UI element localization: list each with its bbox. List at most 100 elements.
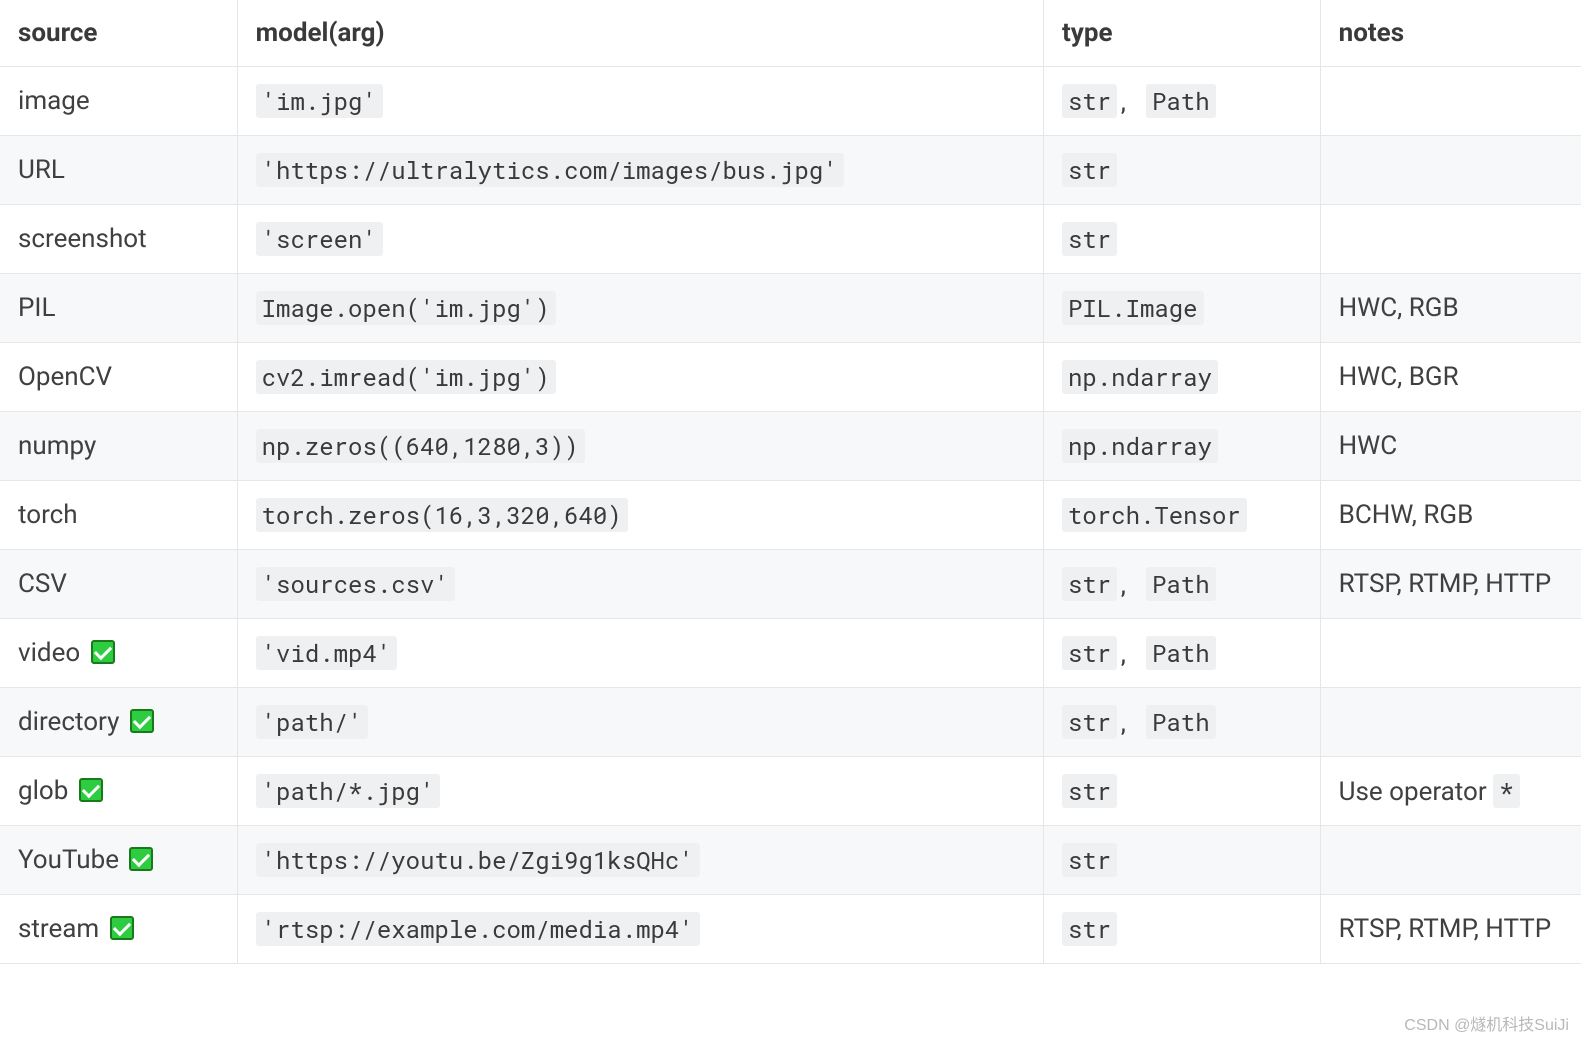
cell-type: torch.Tensor xyxy=(1043,481,1320,550)
cell-model: cv2.imread('im.jpg') xyxy=(237,343,1043,412)
source-label: stream xyxy=(18,914,99,944)
table-row: image'im.jpg'str, Path xyxy=(0,67,1581,136)
cell-type: str, Path xyxy=(1043,550,1320,619)
table-row: directory 'path/' str, Path xyxy=(0,688,1581,757)
table-row: video 'vid.mp4'str, Path xyxy=(0,619,1581,688)
type-code: str xyxy=(1062,636,1117,670)
type-code: str xyxy=(1062,222,1117,256)
source-label: torch xyxy=(18,500,78,530)
source-label: screenshot xyxy=(18,224,147,254)
cell-model: 'https://ultralytics.com/images/bus.jpg' xyxy=(237,136,1043,205)
cell-notes: HWC, BGR xyxy=(1320,343,1581,412)
source-label: directory xyxy=(18,707,119,737)
model-arg-code: 'screen' xyxy=(256,222,383,256)
table-head: source model(arg) type notes xyxy=(0,0,1581,67)
source-label: OpenCV xyxy=(18,362,112,392)
cell-notes: HWC, RGB xyxy=(1320,274,1581,343)
cell-type: str xyxy=(1043,895,1320,964)
source-types-table: source model(arg) type notes image'im.jp… xyxy=(0,0,1581,964)
source-label: numpy xyxy=(18,431,96,461)
cell-model: np.zeros((640,1280,3)) xyxy=(237,412,1043,481)
notes-text: Use operator xyxy=(1339,777,1494,807)
cell-source: image xyxy=(0,67,237,136)
model-arg-code: 'sources.csv' xyxy=(256,567,455,601)
type-code: np.ndarray xyxy=(1062,360,1218,394)
cell-notes: RTSP, RTMP, HTTP xyxy=(1320,895,1581,964)
table-row: screenshot 'screen' str xyxy=(0,205,1581,274)
cell-model: 'vid.mp4' xyxy=(237,619,1043,688)
source-label: PIL xyxy=(18,293,55,323)
cell-source: screenshot xyxy=(0,205,237,274)
cell-notes: Use operator * xyxy=(1320,757,1581,826)
model-arg-code: 'path/' xyxy=(256,705,369,739)
cell-notes xyxy=(1320,67,1581,136)
table-row: URL'https://ultralytics.com/images/bus.j… xyxy=(0,136,1581,205)
check-icon xyxy=(79,778,103,802)
model-arg-code: 'vid.mp4' xyxy=(256,636,398,670)
check-icon xyxy=(110,916,134,940)
watermark: CSDN @燧机科技SuiJi xyxy=(1404,1011,1569,1035)
header-notes: notes xyxy=(1320,0,1581,67)
type-code: str xyxy=(1062,705,1117,739)
cell-model: 'path/' xyxy=(237,688,1043,757)
cell-notes xyxy=(1320,136,1581,205)
model-arg-code: 'https://youtu.be/Zgi9g1ksQHc' xyxy=(256,843,700,877)
type-code: Path xyxy=(1146,636,1216,670)
type-code: str xyxy=(1062,912,1117,946)
table-row: PIL Image.open('im.jpg') PIL.Image HWC, RGB xyxy=(0,274,1581,343)
cell-type: str xyxy=(1043,205,1320,274)
notes-text: BCHW, RGB xyxy=(1339,500,1474,530)
cell-source: PIL xyxy=(0,274,237,343)
cell-type: PIL.Image xyxy=(1043,274,1320,343)
notes-text: RTSP, RTMP, HTTP xyxy=(1339,914,1552,944)
cell-notes xyxy=(1320,205,1581,274)
type-code: str xyxy=(1062,774,1117,808)
type-code: torch.Tensor xyxy=(1062,498,1247,532)
cell-notes: BCHW, RGB xyxy=(1320,481,1581,550)
cell-type: str xyxy=(1043,757,1320,826)
notes-code: * xyxy=(1493,774,1519,808)
cell-source: YouTube xyxy=(0,826,237,895)
type-separator: , xyxy=(1117,706,1146,738)
type-separator: , xyxy=(1117,637,1146,669)
type-code: Path xyxy=(1146,84,1216,118)
cell-source: torch xyxy=(0,481,237,550)
cell-model: 'https://youtu.be/Zgi9g1ksQHc' xyxy=(237,826,1043,895)
check-icon xyxy=(129,847,153,871)
model-arg-code: cv2.imread('im.jpg') xyxy=(256,360,556,394)
source-label: CSV xyxy=(18,569,67,599)
table-row: stream 'rtsp://example.com/media.mp4' str… xyxy=(0,895,1581,964)
cell-source: URL xyxy=(0,136,237,205)
notes-text: HWC, RGB xyxy=(1339,293,1459,323)
model-arg-code: 'rtsp://example.com/media.mp4' xyxy=(256,912,700,946)
cell-type: str, Path xyxy=(1043,67,1320,136)
model-arg-code: torch.zeros(16,3,320,640) xyxy=(256,498,628,532)
cell-type: str, Path xyxy=(1043,688,1320,757)
cell-source: CSV xyxy=(0,550,237,619)
header-type: type xyxy=(1043,0,1320,67)
header-model: model(arg) xyxy=(237,0,1043,67)
cell-source: glob xyxy=(0,757,237,826)
header-source: source xyxy=(0,0,237,67)
cell-type: str xyxy=(1043,826,1320,895)
check-icon xyxy=(91,640,115,664)
model-arg-code: np.zeros((640,1280,3)) xyxy=(256,429,585,463)
cell-source: OpenCV xyxy=(0,343,237,412)
type-code: Path xyxy=(1146,705,1216,739)
model-arg-code: Image.open('im.jpg') xyxy=(256,291,556,325)
table-row: glob 'path/*.jpg' str Use operator * xyxy=(0,757,1581,826)
cell-model: 'path/*.jpg' xyxy=(237,757,1043,826)
cell-notes: RTSP, RTMP, HTTP xyxy=(1320,550,1581,619)
cell-model: 'sources.csv' xyxy=(237,550,1043,619)
cell-model: 'rtsp://example.com/media.mp4' xyxy=(237,895,1043,964)
cell-model: 'im.jpg' xyxy=(237,67,1043,136)
table-body: image'im.jpg'str, PathURL'https://ultral… xyxy=(0,67,1581,964)
notes-text: HWC xyxy=(1339,431,1398,461)
source-label: glob xyxy=(18,776,68,806)
cell-notes xyxy=(1320,688,1581,757)
table-row: torch torch.zeros(16,3,320,640) torch.Tens… xyxy=(0,481,1581,550)
type-code: Path xyxy=(1146,567,1216,601)
cell-type: np.ndarray xyxy=(1043,343,1320,412)
cell-model: Image.open('im.jpg') xyxy=(237,274,1043,343)
cell-notes: HWC xyxy=(1320,412,1581,481)
